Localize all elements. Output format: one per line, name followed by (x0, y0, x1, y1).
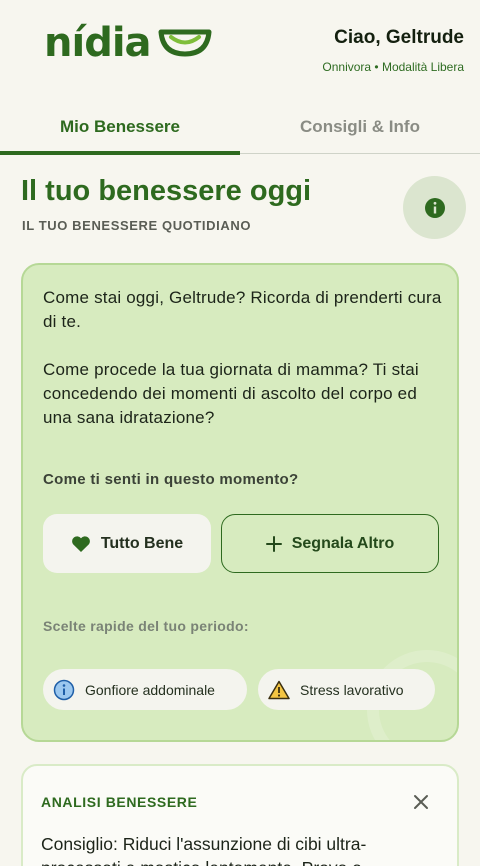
chip-stress-label: Stress lavorativo (300, 681, 404, 698)
quick-choices-label: Scelte rapide del tuo periodo: (43, 618, 249, 634)
tab-mio-benessere[interactable]: Mio Benessere (0, 100, 240, 155)
chip-gonfiore[interactable]: Gonfiore addominale (43, 669, 247, 710)
card-greeting: Come stai oggi, Geltrude? Ricorda di pre… (43, 288, 442, 331)
card-message: Come procede la tua giornata di mamma? T… (43, 360, 419, 427)
user-greeting: Ciao, Geltrude Onnivora • Modalità Liber… (322, 27, 464, 74)
mood-question: Come ti senti in questo momento? (43, 471, 299, 488)
info-icon (424, 197, 445, 218)
info-icon (53, 679, 75, 700)
all-good-label: Tutto Bene (100, 534, 184, 552)
close-icon[interactable] (411, 792, 431, 812)
logo-text: nídia (44, 20, 152, 66)
diet-mode-label: Onnivora • Modalità Libera (322, 60, 464, 74)
plus-icon (265, 535, 282, 552)
page-subtitle: IL TUO BENESSERE QUOTIDIANO (22, 218, 252, 233)
tab-consigli-info[interactable]: Consigli & Info (240, 100, 480, 154)
report-other-button[interactable]: Segnala Altro (221, 514, 439, 573)
wellbeing-card: Come stai oggi, Geltrude? Ricorda di pre… (21, 263, 459, 742)
info-button[interactable] (403, 176, 466, 239)
analysis-card: ANALISI BENESSERE Consiglio: Riduci l'as… (21, 764, 459, 866)
tab-bar: Mio Benessere Consigli & Info (0, 100, 480, 155)
warning-icon (268, 680, 290, 699)
analysis-title: ANALISI BENESSERE (41, 794, 198, 810)
heart-icon (71, 535, 90, 552)
greeting-title: Ciao, Geltrude (334, 27, 464, 48)
chip-stress[interactable]: Stress lavorativo (258, 669, 435, 710)
analysis-text: Consiglio: Riduci l'assunzione di cibi u… (41, 834, 367, 866)
chip-gonfiore-label: Gonfiore addominale (85, 681, 215, 698)
smile-logo-icon (158, 29, 212, 57)
nidia-logo: nídia (44, 18, 213, 68)
page-title: Il tuo benessere oggi (21, 175, 312, 207)
all-good-button[interactable]: Tutto Bene (43, 514, 211, 573)
report-other-label: Segnala Altro (291, 534, 395, 552)
app-header: nídia Ciao, Geltrude Onnivora • Modalità… (0, 0, 480, 100)
